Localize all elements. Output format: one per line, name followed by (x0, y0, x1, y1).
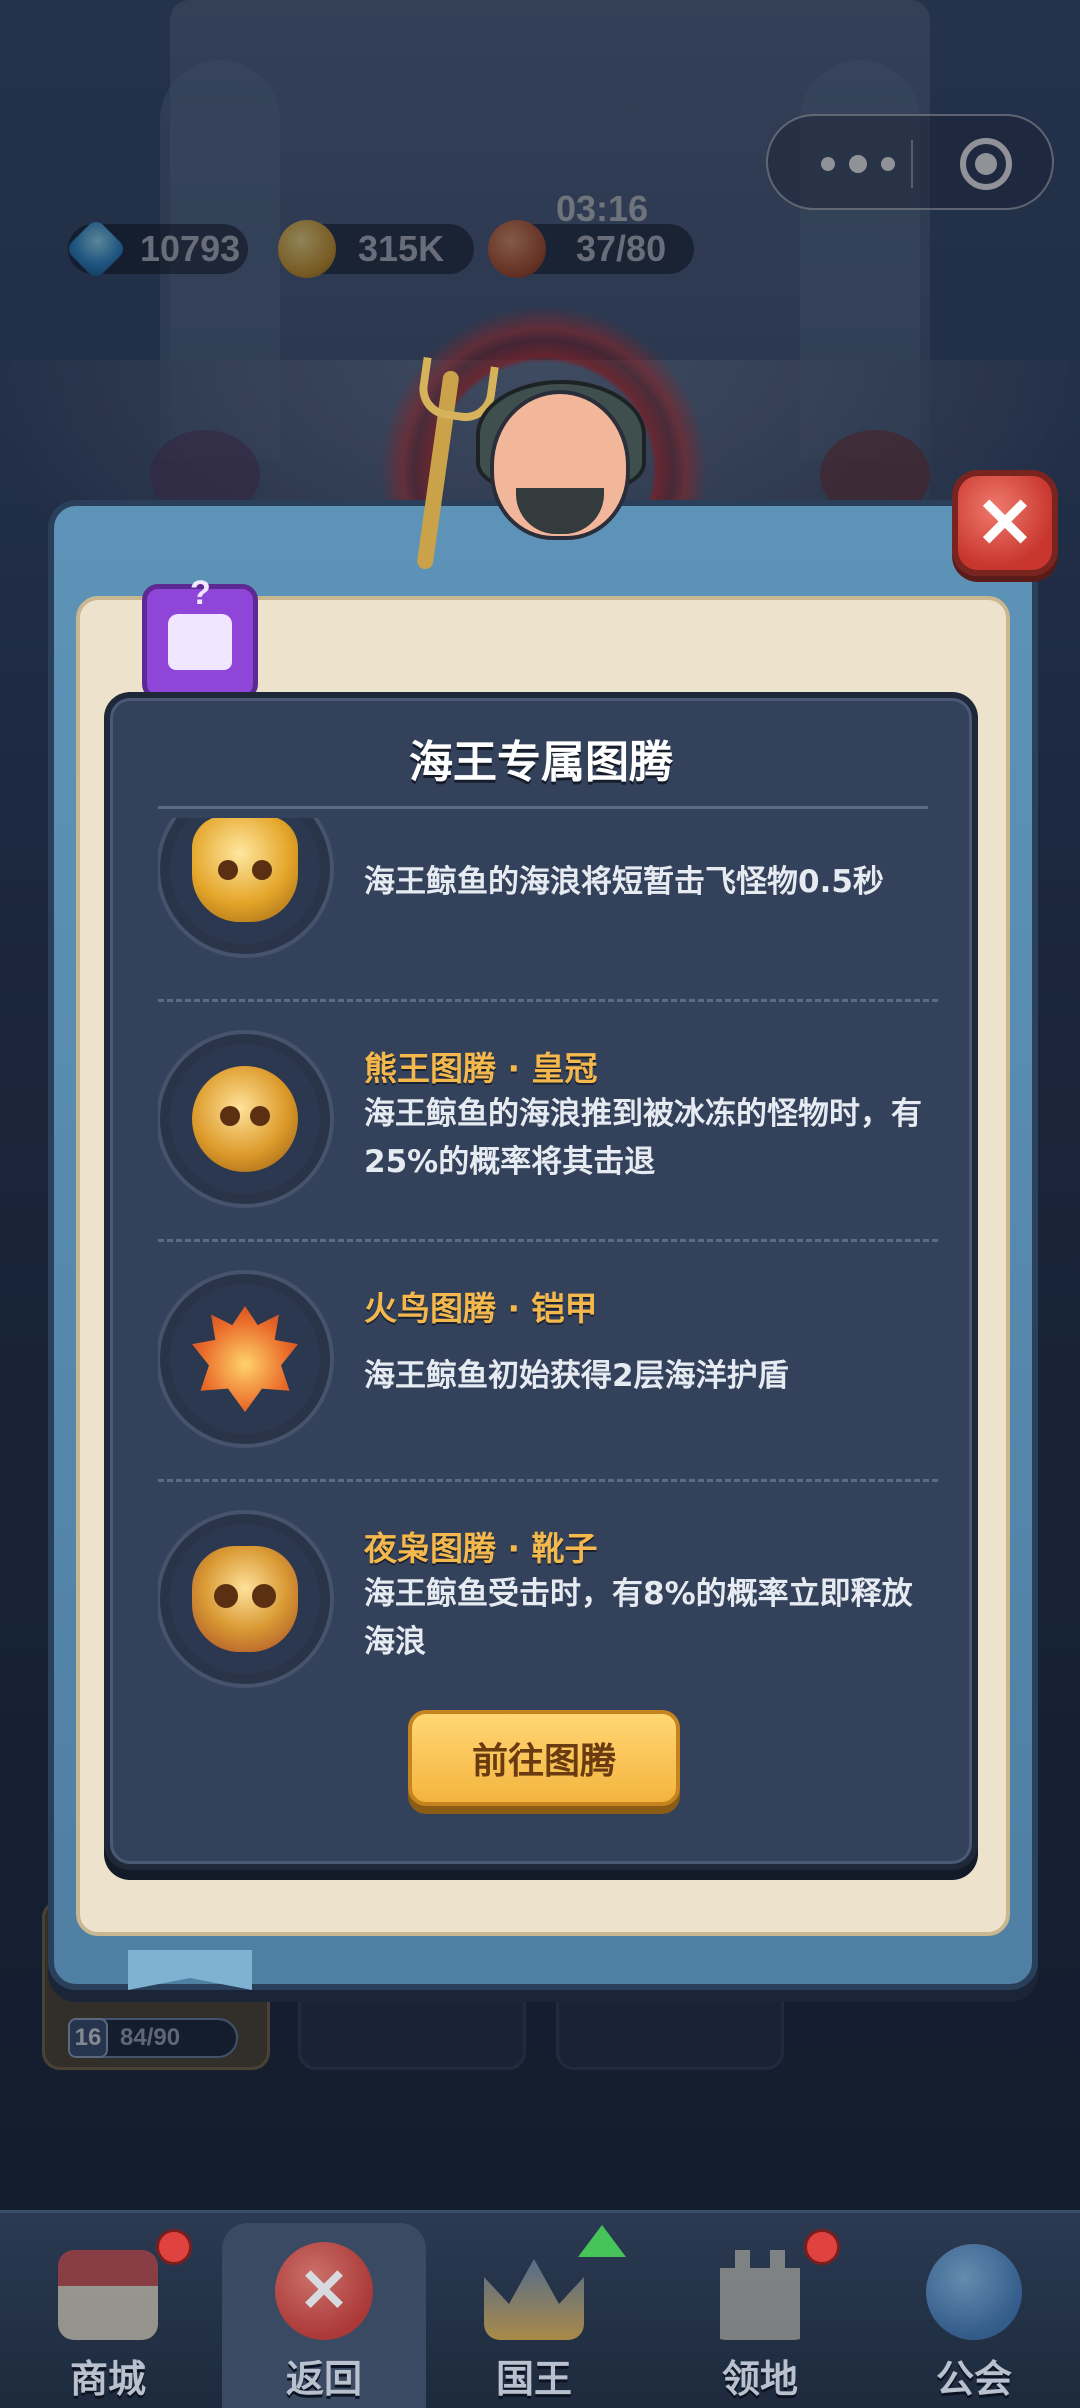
totem-dialog: 海王专属图腾 海王鲸鱼的海浪将短暂击飞怪物0.5秒 熊王图腾 · 皇冠 海王鲸鱼… (104, 692, 978, 1870)
dialog-title: 海王专属图腾 (409, 737, 673, 788)
totem-row: 火鸟图腾 · 铠甲 海王鲸鱼初始获得2层海洋护盾 (158, 1242, 938, 1482)
close-button[interactable]: ✕ (952, 470, 1058, 576)
skin-tab-button[interactable] (142, 574, 258, 700)
night-owl-totem-icon (192, 1546, 298, 1652)
totem-emblem-frame (170, 1524, 320, 1674)
notification-badge (156, 2229, 192, 2265)
castle-icon (720, 2250, 800, 2340)
notification-badge (804, 2229, 840, 2265)
go-to-totem-label: 前往图腾 (471, 1741, 616, 1782)
nav-label: 领地 (721, 2357, 798, 2401)
close-icon: ✕ (975, 484, 1035, 562)
go-to-totem-button[interactable]: 前往图腾 (408, 1710, 680, 1806)
totem-emblem-frame (170, 818, 320, 944)
nav-label: 国王 (495, 2357, 572, 2401)
nav-label: 公会 (935, 2357, 1012, 2401)
close-circle-icon: ✕ (275, 2242, 373, 2340)
title-divider (158, 806, 928, 809)
totem-description: 海王鲸鱼的海浪将短暂击飞怪物0.5秒 (364, 864, 884, 900)
totem-name: 熊王图腾 · 皇冠 (364, 1049, 598, 1088)
sea-king-hero-sprite (440, 380, 670, 570)
planet-icon (926, 2244, 1022, 2340)
totem-row: 夜枭图腾 · 靴子 海王鲸鱼受击时，有8%的概率立即释放海浪 (158, 1482, 938, 1688)
totem-description: 海王鲸鱼初始获得2层海洋护盾 (364, 1358, 789, 1394)
totem-row: 熊王图腾 · 皇冠 海王鲸鱼的海浪推到被冰冻的怪物时，有25%的概率将其击退 (158, 1002, 938, 1242)
totem-name: 火鸟图腾 · 铠甲 (364, 1289, 598, 1328)
totem-list[interactable]: 海王鲸鱼的海浪将短暂击飞怪物0.5秒 熊王图腾 · 皇冠 海王鲸鱼的海浪推到被冰… (158, 818, 938, 1688)
nav-label: 返回 (285, 2357, 362, 2401)
bear-king-totem-icon (192, 1066, 298, 1172)
fire-bird-totem-icon (192, 1306, 298, 1412)
totem-row: 海王鲸鱼的海浪将短暂击飞怪物0.5秒 (158, 818, 938, 1002)
totem-emblem-frame (170, 1284, 320, 1434)
shirt-icon (168, 574, 232, 670)
totem-emblem-frame (170, 1044, 320, 1194)
gold-dragon-totem-icon (192, 818, 298, 922)
nav-guild[interactable]: 公会 (866, 2213, 1080, 2408)
nav-label: 商城 (69, 2357, 146, 2401)
crown-icon (484, 2259, 584, 2340)
nav-back[interactable]: ✕ 返回 (222, 2223, 426, 2408)
shop-icon (58, 2250, 158, 2340)
totem-description: 海王鲸鱼受击时，有8%的概率立即释放海浪 (364, 1576, 913, 1660)
totem-description: 海王鲸鱼的海浪推到被冰冻的怪物时，有25%的概率将其击退 (364, 1096, 922, 1180)
upgrade-arrow-icon (578, 2225, 626, 2257)
bottom-navigation: 商城 ✕ 返回 国王 领地 公会 (0, 2210, 1080, 2408)
totem-name: 夜枭图腾 · 靴子 (364, 1529, 598, 1568)
